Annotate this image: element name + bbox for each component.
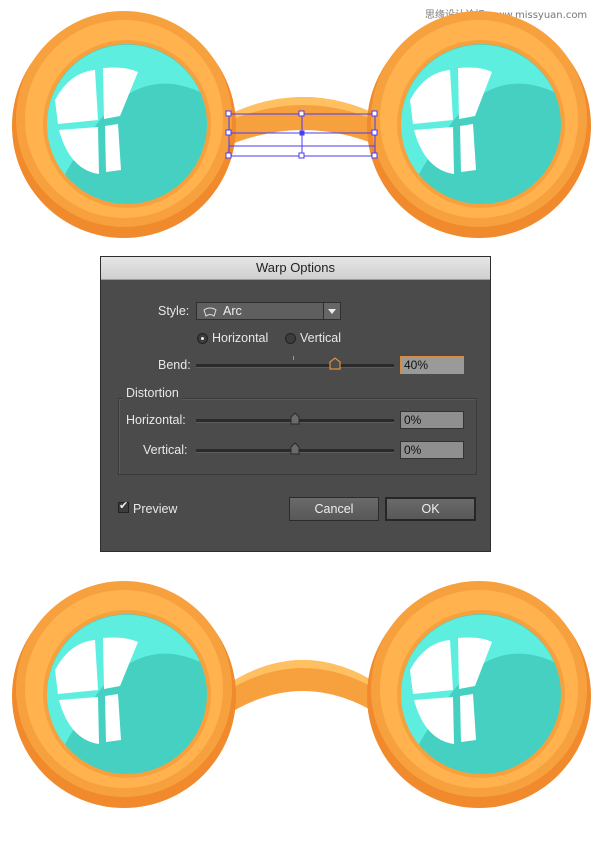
distortion-group <box>118 398 477 475</box>
distortion-vertical-slider-thumb[interactable] <box>289 442 301 455</box>
bend-value-field[interactable]: 40% <box>400 356 464 374</box>
left-lens <box>12 11 236 238</box>
arc-warp-icon <box>203 305 217 323</box>
style-dropdown-value: Arc <box>223 304 242 318</box>
distortion-horizontal-label: Horizontal: <box>126 413 186 427</box>
dialog-title: Warp Options <box>101 257 490 280</box>
left-lens <box>12 581 236 808</box>
horizontal-radio[interactable] <box>197 333 208 344</box>
bend-label: Bend: <box>158 358 191 372</box>
style-label: Style: <box>158 304 190 318</box>
bend-slider-track[interactable] <box>196 364 394 368</box>
distortion-horizontal-slider-thumb[interactable] <box>289 412 301 425</box>
vertical-radio[interactable] <box>285 333 296 344</box>
goggle-bridge-arched <box>222 660 384 718</box>
chevron-down-icon[interactable] <box>323 303 340 319</box>
horizontal-radio-label: Horizontal <box>212 331 269 345</box>
distortion-vertical-field[interactable]: 0% <box>400 441 464 459</box>
distortion-vertical-label: Vertical: <box>143 443 188 457</box>
preview-label: Preview <box>133 502 178 516</box>
right-lens <box>367 11 591 238</box>
goggles-artwork-after <box>12 581 591 808</box>
warp-options-dialog: Warp Options Style: Arc Horizontal Verti… <box>100 256 491 552</box>
bend-slider-center-tick <box>293 356 294 360</box>
cancel-button[interactable]: Cancel <box>289 497 379 521</box>
distortion-title: Distortion <box>123 386 182 400</box>
distortion-horizontal-field[interactable]: 0% <box>400 411 464 429</box>
preview-checkbox[interactable]: ✔ <box>118 500 129 513</box>
checkmark-icon: ✔ <box>119 500 129 512</box>
style-dropdown[interactable]: Arc <box>196 302 341 320</box>
bend-slider-thumb[interactable] <box>328 357 341 370</box>
goggles-artwork-before <box>12 11 591 238</box>
ok-button[interactable]: OK <box>385 497 476 521</box>
vertical-radio-label: Vertical <box>300 331 341 345</box>
right-lens <box>367 581 591 808</box>
